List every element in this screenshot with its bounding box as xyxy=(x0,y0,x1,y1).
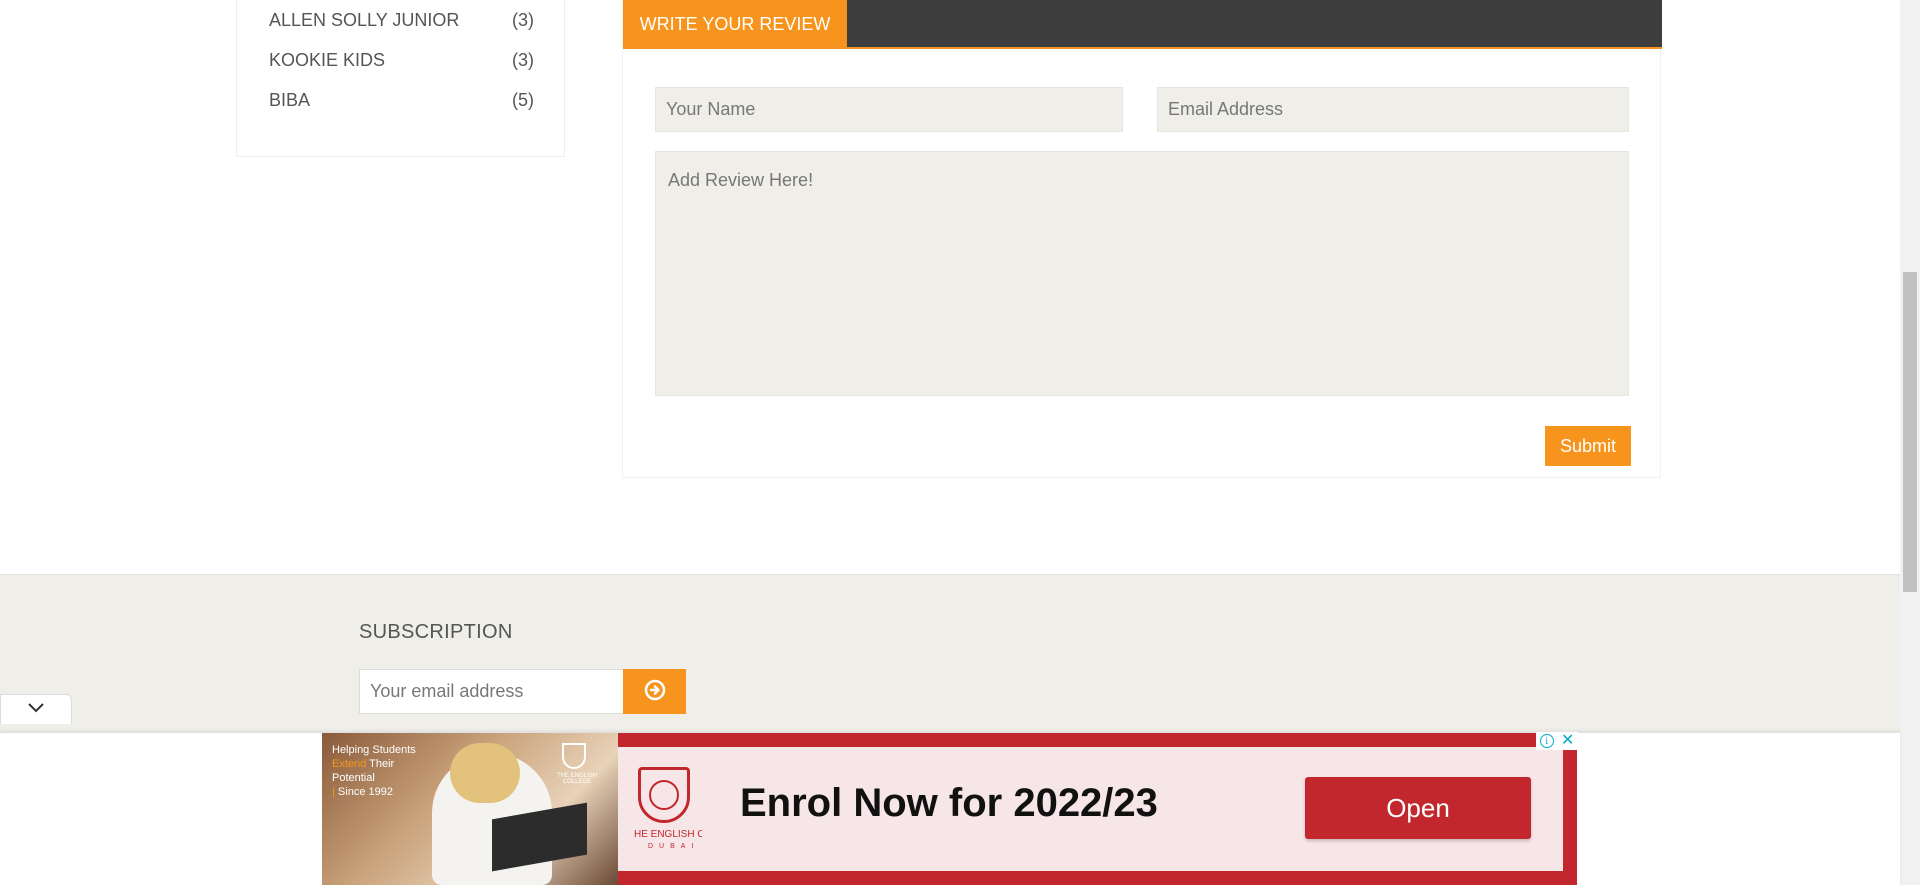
review-textarea[interactable] xyxy=(655,151,1629,396)
ad-small-crest-label: THE ENGLISH COLLEGE xyxy=(556,773,597,785)
ad-photo: Helping Students Extend Their Potential … xyxy=(322,733,618,885)
ad-tagline-line4: Since 1992 xyxy=(337,786,393,798)
close-icon[interactable]: ✕ xyxy=(1561,733,1574,749)
brand-count: (3) xyxy=(512,9,534,30)
ad-tagline-highlight: Extend xyxy=(332,758,367,770)
ad-school-city: DUBAI xyxy=(648,843,700,850)
brand-item-allen-solly-junior[interactable]: ALLEN SOLLY JUNIOR (3) xyxy=(269,8,534,32)
chevron-down-icon xyxy=(26,701,46,719)
ad-school-name: HE ENGLISH COLLEG xyxy=(634,829,702,840)
brand-name: KOOKIE KIDS xyxy=(269,49,386,70)
brand-name: BIBA xyxy=(269,89,311,110)
ad-tagline-line1: Helping Students xyxy=(332,744,416,756)
ad-banner[interactable]: Helping Students Extend Their Potential … xyxy=(322,733,1577,885)
ad-open-button[interactable]: Open xyxy=(1305,777,1531,839)
brand-filter-list: ALLEN SOLLY JUNIOR (3) KOOKIE KIDS (3) B… xyxy=(236,0,565,157)
arrow-circle-right-icon xyxy=(644,679,666,704)
subscription-email-input[interactable] xyxy=(359,669,624,714)
page: ALLEN SOLLY JUNIOR (3) KOOKIE KIDS (3) B… xyxy=(0,0,1920,885)
subscription-title: SUBSCRIPTION xyxy=(359,621,513,643)
subscribe-button[interactable] xyxy=(623,669,686,714)
ad-tagline-line2: Their xyxy=(369,758,395,770)
review-header: WRITE YOUR REVIEW xyxy=(623,0,1662,49)
ad-controls: i ✕ xyxy=(1536,732,1578,750)
scroll-thumb[interactable] xyxy=(1903,272,1917,592)
brand-count: (3) xyxy=(512,49,534,70)
school-crest-icon xyxy=(638,767,690,823)
brand-count: (5) xyxy=(512,89,534,110)
submit-review-button[interactable]: Submit xyxy=(1545,426,1631,466)
name-input[interactable] xyxy=(655,87,1123,132)
ad-panel: HE ENGLISH COLLEG DUBAI Enrol Now for 20… xyxy=(618,747,1563,871)
ad-collapse-button[interactable] xyxy=(0,694,72,724)
info-icon[interactable]: i xyxy=(1539,734,1554,748)
ad-photo-hair xyxy=(450,743,520,803)
review-panel: WRITE YOUR REVIEW Submit xyxy=(622,0,1662,478)
ad-headline: Enrol Now for 2022/23 xyxy=(740,781,1158,825)
ad-small-crest-icon xyxy=(562,743,586,769)
ad-tagline-line3: Potential xyxy=(332,772,375,784)
brand-item-kookie-kids[interactable]: KOOKIE KIDS (3) xyxy=(269,48,534,72)
brand-name: ALLEN SOLLY JUNIOR xyxy=(269,9,460,30)
ad-tagline: Helping Students Extend Their Potential … xyxy=(332,744,416,798)
tab-write-review[interactable]: WRITE YOUR REVIEW xyxy=(623,0,847,49)
brand-item-biba[interactable]: BIBA (5) xyxy=(269,88,534,112)
email-input[interactable] xyxy=(1157,87,1629,132)
page-scrollbar[interactable] xyxy=(1900,0,1920,885)
